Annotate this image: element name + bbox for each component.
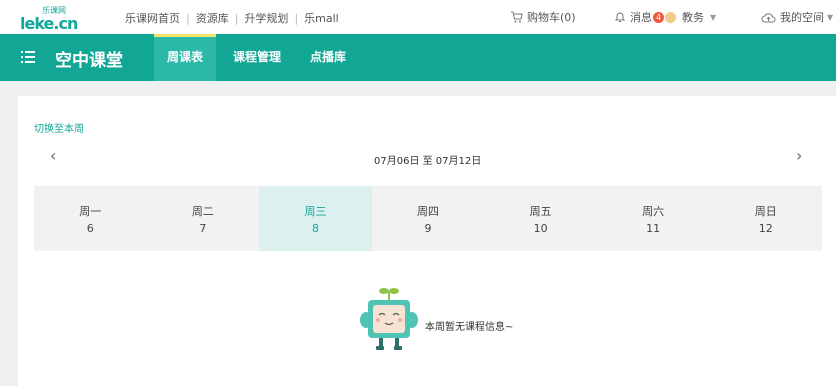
messages-link[interactable]: 消息 4 (614, 9, 664, 25)
day-tuesday[interactable]: 周二 7 (147, 186, 260, 251)
link-home[interactable]: 乐课网首页 (125, 12, 180, 25)
day-name: 周四 (417, 205, 440, 218)
empty-state: 本周暂无课程信息~ (338, 286, 538, 356)
cart-link[interactable]: 购物车(0) (510, 9, 576, 25)
tab-weekly-schedule[interactable]: 周课表 (154, 34, 217, 81)
day-friday[interactable]: 周五 10 (484, 186, 597, 251)
link-planning[interactable]: 升学规划 (244, 12, 288, 25)
chevron-down-icon: ▼ (710, 12, 717, 22)
logo-sub-text: 乐课网 (42, 6, 66, 15)
tab-course-management[interactable]: 课程管理 (220, 34, 294, 81)
cart-icon (511, 11, 523, 23)
tab-vod-library[interactable]: 点播库 (297, 34, 359, 81)
avatar (665, 11, 676, 23)
message-count-badge: 4 (653, 11, 664, 23)
chevron-down-icon: ▼ (827, 12, 834, 22)
day-date: 7 (199, 222, 207, 235)
day-saturday[interactable]: 周六 11 (597, 186, 710, 251)
next-week-icon[interactable]: › (796, 146, 802, 165)
page-title: 空中课堂 (55, 51, 123, 71)
tv-mascot-icon (360, 288, 418, 350)
user-menu[interactable]: 教务 ▼ (665, 9, 716, 25)
user-name: 教务 (682, 11, 704, 24)
link-resources[interactable]: 资源库 (196, 12, 229, 25)
day-date: 8 (311, 222, 319, 235)
messages-label: 消息 (630, 11, 652, 24)
week-days: 周一 6 周二 7 周三 8 周四 9 周五 10 周六 11 周日 12 (34, 186, 822, 251)
link-mall[interactable]: 乐mall (304, 12, 339, 25)
my-space-label: 我的空间 (780, 11, 824, 24)
day-date: 6 (86, 222, 94, 235)
day-name: 周三 (304, 205, 327, 218)
day-monday[interactable]: 周一 6 (34, 186, 147, 251)
day-name: 周二 (191, 205, 214, 218)
day-name: 周六 (642, 205, 665, 218)
switch-to-this-week-link[interactable]: 切换至本周 (34, 120, 84, 135)
day-date: 10 (533, 222, 548, 235)
prev-week-icon[interactable]: ‹ (50, 146, 56, 165)
day-name: 周一 (79, 205, 102, 218)
day-name: 周五 (529, 205, 552, 218)
schedule-card: 切换至本周 ‹ 07月06日 至 07月12日 › 周一 6 周二 7 周三 8 周四… (18, 96, 836, 386)
menu-icon[interactable] (21, 50, 35, 64)
top-bar: leke.cn 乐课网 乐课网首页 | 资源库 | 升学规划 | 乐mall 购物车(0) … (0, 0, 836, 34)
top-links: 乐课网首页 | 资源库 | 升学规划 | 乐mall (125, 12, 339, 25)
cloud-icon (761, 12, 776, 22)
empty-message: 本周暂无课程信息~ (425, 322, 514, 333)
leke-logo[interactable]: leke.cn 乐课网 (20, 4, 78, 33)
day-wednesday[interactable]: 周三 8 (259, 186, 372, 251)
my-space-menu[interactable]: 我的空间 ▼ (761, 9, 833, 25)
day-date: 11 (646, 222, 661, 235)
day-sunday[interactable]: 周日 12 (709, 186, 822, 251)
day-date: 12 (758, 222, 773, 235)
logo-main-text: leke.cn (20, 14, 78, 33)
day-date: 9 (424, 222, 432, 235)
bell-icon (614, 12, 626, 22)
day-name: 周日 (754, 205, 777, 218)
week-range: 07月06日 至 07月12日 (374, 156, 482, 167)
main-nav: 空中课堂 周课表 课程管理 点播库 (0, 34, 836, 81)
cart-label: 购物车(0) (527, 11, 576, 24)
day-thursday[interactable]: 周四 9 (372, 186, 485, 251)
